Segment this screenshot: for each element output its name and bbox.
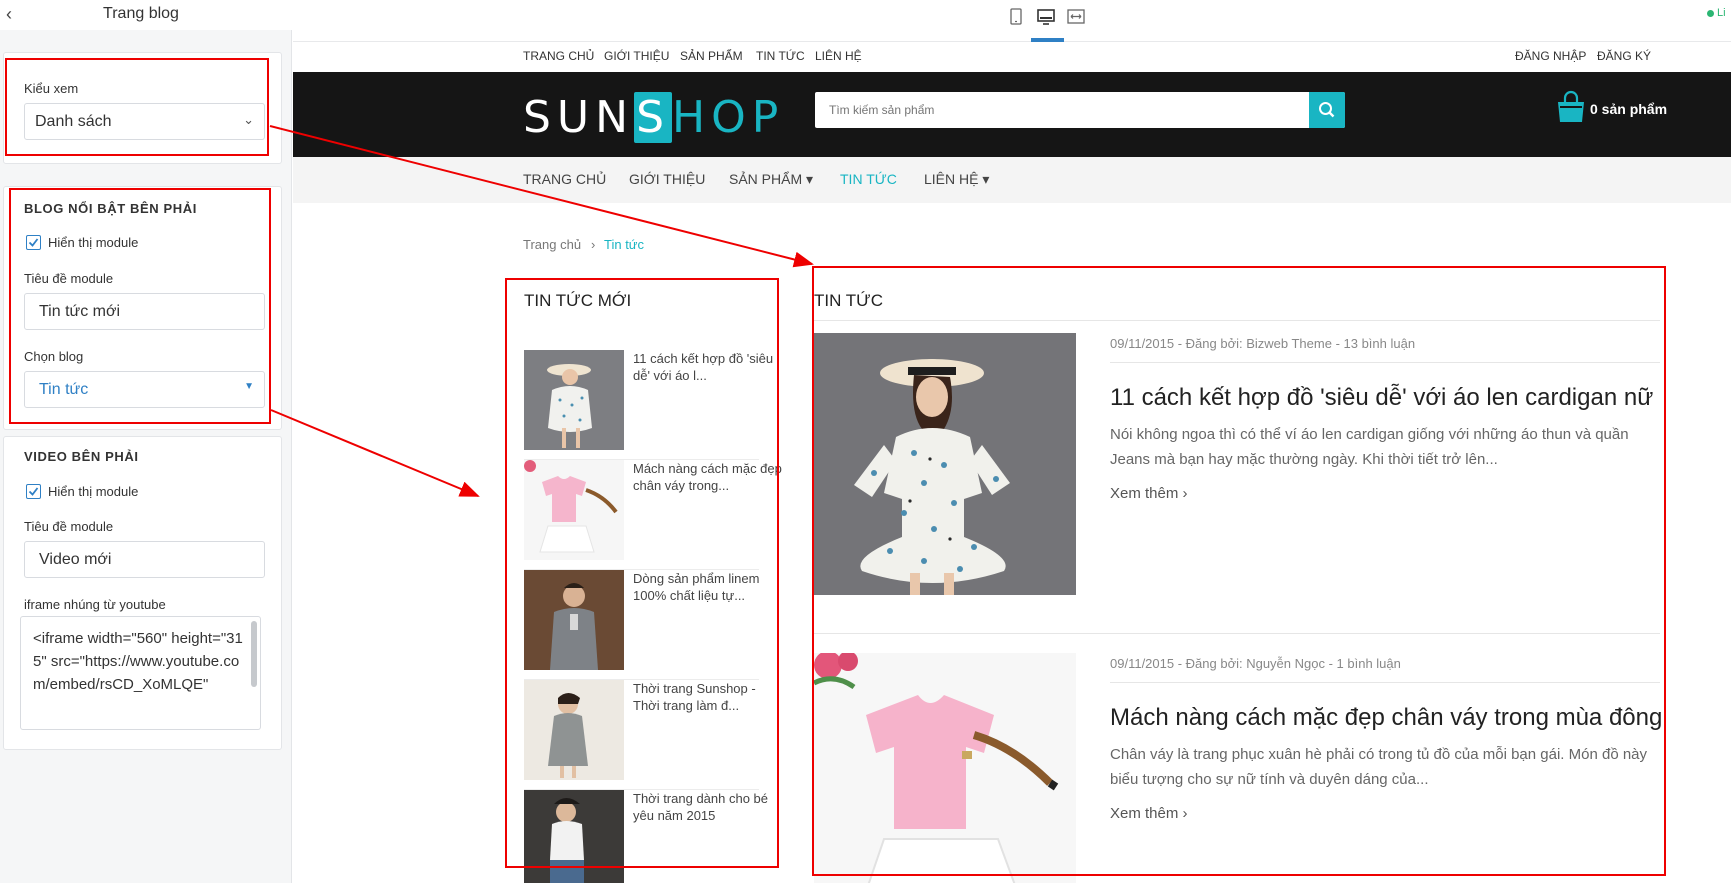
search-button[interactable] <box>1309 92 1345 128</box>
news-title[interactable]: Thời trang Sunshop - Thời trang làm đ... <box>633 680 783 714</box>
cart-label[interactable]: 0 sản phẩm <box>1590 101 1667 117</box>
post-meta: 09/11/2015 - Đăng bởi: Bizweb Theme - 13… <box>1110 336 1416 351</box>
news-title[interactable]: Dòng sản phẩm linem 100% chất liệu tự... <box>633 570 783 604</box>
check-icon <box>28 238 39 247</box>
news-title[interactable]: 11 cách kết hợp đồ 'siêu dễ' với áo l... <box>633 350 783 384</box>
read-more-link[interactable]: Xem thêm › <box>1110 485 1188 502</box>
toplink-news[interactable]: TIN TỨC <box>756 49 805 63</box>
post-image[interactable] <box>814 333 1076 595</box>
post-meta: 09/11/2015 - Đăng bởi: Nguyễn Ngọc - 1 b… <box>1110 656 1401 671</box>
choose-blog-label: Chọn blog <box>24 349 84 364</box>
check-icon <box>28 487 39 496</box>
news-thumbnail <box>524 460 624 560</box>
view-mode-select[interactable]: Danh sách ⌄ <box>24 103 265 140</box>
breadcrumb-current: Tin tức <box>604 237 645 252</box>
post-excerpt: Nói không ngoa thì có thể ví áo len card… <box>1110 426 1629 468</box>
video-show-module-label: Hiển thị module <box>48 484 139 499</box>
post-meta-divider <box>1110 682 1660 683</box>
view-mode-card: Kiểu xem Danh sách ⌄ <box>3 52 282 164</box>
search-icon <box>1319 102 1335 118</box>
nav-home[interactable]: TRANG CHỦ <box>523 171 606 187</box>
sidebar-news-item[interactable]: Thời trang Sunshop - Thời trang làm đ... <box>524 680 759 790</box>
editor-header: ‹ Trang blog <box>0 0 292 30</box>
search-input[interactable] <box>815 92 1307 128</box>
live-status-dot <box>1707 10 1714 17</box>
sidebar-title: TIN TỨC MỚI <box>524 291 632 310</box>
view-mode-value: Danh sách <box>35 113 112 130</box>
news-title[interactable]: Thời trang dành cho bé yêu năm 2015 <box>633 790 783 824</box>
logo-bag-s: S <box>634 92 672 143</box>
breadcrumb-separator: › <box>591 237 596 252</box>
featured-show-module-label: Hiển thị module <box>48 235 139 250</box>
login-link[interactable]: ĐĂNG NHẬP <box>1515 49 1586 63</box>
video-module-title-input[interactable]: Video mới <box>24 541 265 578</box>
video-show-module-checkbox[interactable] <box>26 484 41 499</box>
device-toolbar <box>293 0 1731 42</box>
register-link[interactable]: ĐĂNG KÝ <box>1597 49 1651 63</box>
main-title: TIN TỨC <box>814 291 883 310</box>
cart-icon[interactable] <box>1555 90 1587 130</box>
sidebar-news-item[interactable]: 11 cách kết hợp đồ 'siêu dễ' với áo l... <box>524 350 773 460</box>
post-excerpt: Chân váy là trang phục xuân hè phải có t… <box>1110 746 1648 788</box>
iframe-label: iframe nhúng từ youtube <box>24 597 166 612</box>
nav-products[interactable]: SẢN PHẨM ▾ <box>729 171 813 188</box>
toplink-home[interactable]: TRANG CHỦ <box>523 49 594 63</box>
news-thumbnail <box>524 790 624 883</box>
sidebar-news-item[interactable]: Dòng sản phẩm linem 100% chất liệu tự... <box>524 570 759 680</box>
choose-blog-value: Tin tức <box>39 381 89 398</box>
featured-module-title-input[interactable]: Tin tức mới <box>24 293 265 330</box>
editor-panel: ‹ Trang blog Kiểu xem Danh sách ⌄ BLOG N… <box>0 0 292 883</box>
news-thumbnail <box>524 350 624 450</box>
toplink-about[interactable]: GIỚI THIỆU <box>604 49 669 63</box>
featured-show-module-checkbox[interactable] <box>26 235 41 250</box>
news-title[interactable]: Mách nàng cách mặc đẹp chân váy trong... <box>633 460 783 494</box>
desktop-icon[interactable] <box>1035 6 1057 28</box>
sidebar-news-item[interactable]: Thời trang dành cho bé yêu năm 2015 <box>524 790 768 883</box>
news-thumbnail <box>524 570 624 670</box>
post-title[interactable]: Mách nàng cách mặc đẹp chân váy trong mù… <box>1110 704 1662 732</box>
mobile-icon[interactable] <box>1005 6 1027 28</box>
post-separator <box>814 633 1660 634</box>
site-logo[interactable]: SUNSHOP <box>523 92 784 143</box>
post-title[interactable]: 11 cách kết hợp đồ 'siêu dễ' với áo len … <box>1110 384 1653 412</box>
nav-contact[interactable]: LIÊN HỆ ▾ <box>924 171 989 188</box>
logo-part-1: SUN <box>523 92 635 143</box>
news-thumbnail <box>524 680 624 780</box>
featured-blog-section-title: BLOG NỔI BẬT BÊN PHẢI <box>24 201 197 216</box>
nav-about[interactable]: GIỚI THIỆU <box>629 171 705 187</box>
logo-part-3: HOP <box>672 92 785 143</box>
video-module-title-label: Tiêu đề module <box>24 519 114 534</box>
textarea-scrollbar[interactable] <box>251 621 257 687</box>
video-section-title: VIDEO BÊN PHẢI <box>24 449 139 464</box>
chevron-down-icon: ⌄ <box>243 112 254 127</box>
featured-module-title-label: Tiêu đề module <box>24 271 114 286</box>
post-meta-divider <box>1110 362 1660 363</box>
toplink-contact[interactable]: LIÊN HỆ <box>815 49 862 63</box>
editor-title: Trang blog <box>103 5 179 22</box>
read-more-link[interactable]: Xem thêm › <box>1110 805 1188 822</box>
sidebar-news-item[interactable]: Mách nàng cách mặc đẹp chân váy trong... <box>524 460 782 570</box>
search-bar <box>815 92 1345 128</box>
toplink-products[interactable]: SẢN PHẨM <box>680 49 743 63</box>
live-status-label: Li <box>1717 7 1726 19</box>
brand-bar: SUNSHOP 0 sản phẩm <box>293 72 1731 157</box>
post-image[interactable] <box>814 653 1076 883</box>
caret-down-icon: ▼ <box>244 381 254 392</box>
breadcrumb-home[interactable]: Trang chủ <box>523 237 581 252</box>
iframe-textarea[interactable]: <iframe width="560" height="315" src="ht… <box>20 616 261 730</box>
choose-blog-select[interactable]: Tin tức ▼ <box>24 371 265 408</box>
top-links-bar: TRANG CHỦ GIỚI THIỆU SẢN PHẨM TIN TỨC LI… <box>293 42 1731 72</box>
featured-blog-card: BLOG NỔI BẬT BÊN PHẢI Hiển thị module Ti… <box>3 186 282 430</box>
title-divider <box>814 320 1660 321</box>
main-nav: TRANG CHỦ GIỚI THIỆU SẢN PHẨM ▾ TIN TỨC … <box>293 157 1731 203</box>
fullwidth-icon[interactable] <box>1065 6 1087 28</box>
site-preview: TRANG CHỦ GIỚI THIỆU SẢN PHẨM TIN TỨC LI… <box>293 42 1731 883</box>
view-mode-label: Kiểu xem <box>24 81 79 96</box>
nav-news[interactable]: TIN TỨC <box>840 171 897 187</box>
